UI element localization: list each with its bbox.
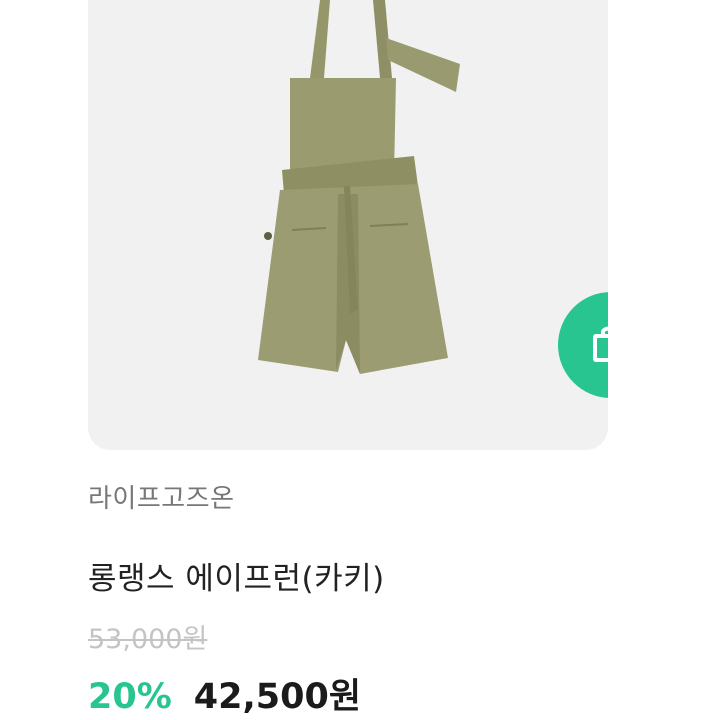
apron-tie-right bbox=[386, 38, 460, 92]
original-price: 53,000원 bbox=[88, 624, 208, 655]
sale-price: 42,500원 bbox=[193, 677, 362, 717]
product-title[interactable]: 롱랭스 에이프런(카키) bbox=[88, 553, 385, 598]
shop-name[interactable]: 라이프고즈온 bbox=[88, 478, 235, 515]
apron-neck-strap-left bbox=[310, 0, 330, 78]
apron-neck-strap-right bbox=[373, 0, 392, 78]
product-image-card[interactable] bbox=[88, 0, 608, 450]
discount-rate: 20% bbox=[88, 677, 172, 717]
apron-label-tag bbox=[264, 232, 272, 240]
shopping-bag-icon bbox=[589, 322, 608, 369]
apron-photo[interactable] bbox=[88, 0, 608, 450]
price-row: 20% 42,500원 bbox=[88, 668, 361, 719]
